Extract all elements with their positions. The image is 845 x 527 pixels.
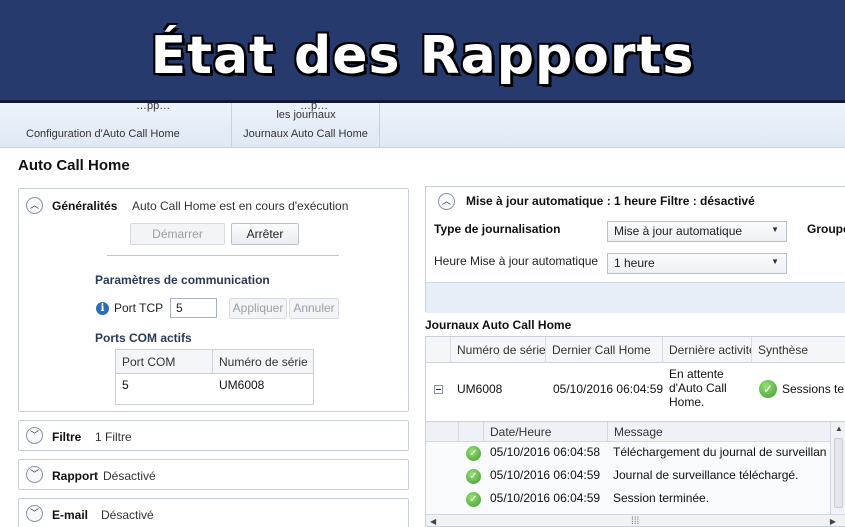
- log-message: Session terminée.: [613, 491, 710, 505]
- hour-label: Heure Mise à jour automatique: [434, 254, 599, 268]
- stop-button[interactable]: Arrêter: [231, 223, 299, 245]
- filter-label: Filtre: [52, 430, 82, 444]
- chevron-down-icon[interactable]: ﹀: [26, 427, 43, 444]
- log-message: Journal de surveillance téléchargé.: [613, 468, 799, 482]
- header-last-call[interactable]: Dernier Call Home: [546, 337, 663, 363]
- chevron-up-icon[interactable]: ︿: [26, 197, 43, 214]
- green-check-icon: ✓: [466, 469, 481, 484]
- dropdown-arrow-icon: ▼: [771, 257, 779, 266]
- log-row[interactable]: ✓ 05/10/2016 06:04:58 Téléchargement du …: [426, 442, 830, 465]
- scroll-grip-icon[interactable]: ⁞⁞⁞: [631, 516, 639, 526]
- ribbon-button-journaux[interactable]: les journaux: [232, 109, 380, 121]
- banner-title: État des Rapports: [150, 26, 695, 86]
- general-label: Généralités: [52, 199, 118, 213]
- log-type-select[interactable]: Mise à jour automatique ▼: [607, 221, 787, 242]
- row-serial[interactable]: UM6008: [457, 382, 502, 396]
- auto-update-panel: ︿ Mise à jour automatique : 1 heure Filt…: [425, 186, 845, 313]
- header-activity[interactable]: Dernière activité: [663, 337, 752, 363]
- active-com-ports-title: Ports COM actifs: [95, 331, 192, 345]
- hour-value: 1 heure: [614, 256, 655, 270]
- log-message: Téléchargement du journal de surveillan: [613, 445, 827, 459]
- hour-select[interactable]: 1 heure ▼: [607, 253, 787, 274]
- com-cell-serial[interactable]: UM6008: [213, 378, 264, 392]
- log-type-value: Mise à jour automatique: [614, 224, 743, 238]
- tcp-port-label: Port TCP: [114, 301, 164, 315]
- ribbon-group-label-journaux[interactable]: Journaux Auto Call Home: [232, 128, 379, 140]
- apply-button[interactable]: Appliquer: [229, 298, 287, 319]
- ribbon-group-journaux: …p… les journaux Journaux Auto Call Home: [232, 100, 380, 148]
- journaux-table: Numéro de série Dernier Call Home Derniè…: [425, 336, 845, 527]
- panel-footer-strip: [426, 282, 845, 313]
- scroll-thumb[interactable]: [834, 438, 843, 508]
- activity-line: d'Auto Call: [669, 381, 727, 395]
- sub-header-icon: [459, 422, 484, 442]
- ribbon: …pp… Configuration d'Auto Call Home …p… …: [0, 100, 845, 148]
- green-check-icon: ✓: [466, 492, 481, 507]
- green-check-icon: ✓: [759, 380, 777, 398]
- scroll-left-icon[interactable]: ◀: [430, 517, 436, 526]
- dropdown-arrow-icon: ▼: [771, 225, 779, 234]
- log-date: 05/10/2016 06:04:59: [490, 468, 601, 482]
- email-panel[interactable]: ﹀ E-mail Désactivé: [18, 498, 409, 527]
- com-ports-table: Port COM Numéro de série 5 UM6008: [115, 349, 314, 405]
- page-title: Auto Call Home: [18, 157, 130, 174]
- row-last-call[interactable]: 05/10/2016 06:04:59: [553, 382, 663, 396]
- report-status: Désactivé: [103, 469, 156, 483]
- filter-panel[interactable]: ﹀ Filtre 1 Filtre: [18, 420, 409, 451]
- sub-header-spacer: [426, 422, 459, 442]
- com-header-port[interactable]: Port COM: [116, 350, 213, 374]
- header-summary[interactable]: Synthèse: [752, 337, 845, 363]
- banner: État des Rapports: [0, 0, 845, 103]
- log-row[interactable]: ✓ 05/10/2016 06:04:59 Session terminée.: [426, 488, 830, 511]
- auto-update-header: Mise à jour automatique : 1 heure Filtre…: [466, 194, 755, 208]
- chevron-down-icon[interactable]: ﹀: [26, 466, 43, 483]
- com-cell-port[interactable]: 5: [116, 378, 129, 392]
- email-status: Désactivé: [101, 508, 154, 522]
- sub-header-date[interactable]: Date/Heure: [484, 422, 608, 442]
- cancel-button[interactable]: Annuler: [289, 298, 339, 319]
- scroll-up-icon[interactable]: ▲: [835, 424, 843, 433]
- session-log-table: Date/Heure Message ✓ 05/10/2016 06:04:58…: [426, 421, 845, 526]
- general-panel: ︿ Généralités Auto Call Home est en cour…: [18, 188, 409, 412]
- group-label: Groupe: [807, 222, 845, 236]
- vertical-scrollbar[interactable]: ▲: [830, 422, 845, 514]
- scroll-right-icon[interactable]: ▶: [830, 517, 836, 526]
- header-spacer: [426, 337, 451, 363]
- report-panel[interactable]: ﹀ Rapport Désactivé: [18, 459, 409, 490]
- journaux-title: Journaux Auto Call Home: [425, 318, 572, 332]
- green-check-icon: ✓: [466, 446, 481, 461]
- com-header-serial[interactable]: Numéro de série: [213, 350, 313, 374]
- log-type-label: Type de journalisation: [434, 222, 561, 236]
- start-button[interactable]: Démarrer: [130, 223, 225, 245]
- activity-line: En attente: [669, 367, 724, 381]
- info-icon: i: [96, 302, 109, 315]
- log-date: 05/10/2016 06:04:59: [490, 491, 601, 505]
- report-label: Rapport: [52, 469, 98, 483]
- ribbon-partial-label: …pp…: [136, 100, 171, 112]
- comm-settings-title: Paramètres de communication: [95, 273, 270, 287]
- row-activity[interactable]: En attente d'Auto Call Home.: [669, 367, 727, 409]
- general-status: Auto Call Home est en cours d'exécution: [132, 199, 349, 213]
- ribbon-group-label-configuration[interactable]: Configuration d'Auto Call Home: [26, 128, 239, 140]
- collapse-row-icon[interactable]: [434, 385, 443, 394]
- email-label: E-mail: [52, 508, 89, 522]
- sub-header-message[interactable]: Message: [608, 422, 830, 442]
- log-date: 05/10/2016 06:04:58: [490, 445, 601, 459]
- header-serial[interactable]: Numéro de série: [451, 337, 546, 363]
- horizontal-scrollbar[interactable]: ◀ ⁞⁞⁞ ▶: [426, 514, 845, 526]
- log-row[interactable]: ✓ 05/10/2016 06:04:59 Journal de surveil…: [426, 465, 830, 488]
- activity-line: Home.: [669, 395, 705, 409]
- filter-status: 1 Filtre: [95, 430, 132, 444]
- ribbon-group-configuration: …pp… Configuration d'Auto Call Home: [18, 100, 232, 148]
- chevron-down-icon[interactable]: ﹀: [26, 505, 43, 522]
- tcp-port-input[interactable]: 5: [170, 298, 217, 318]
- divider: [107, 255, 339, 256]
- row-summary[interactable]: Sessions te: [782, 382, 844, 396]
- chevron-up-icon[interactable]: ︿: [438, 193, 455, 210]
